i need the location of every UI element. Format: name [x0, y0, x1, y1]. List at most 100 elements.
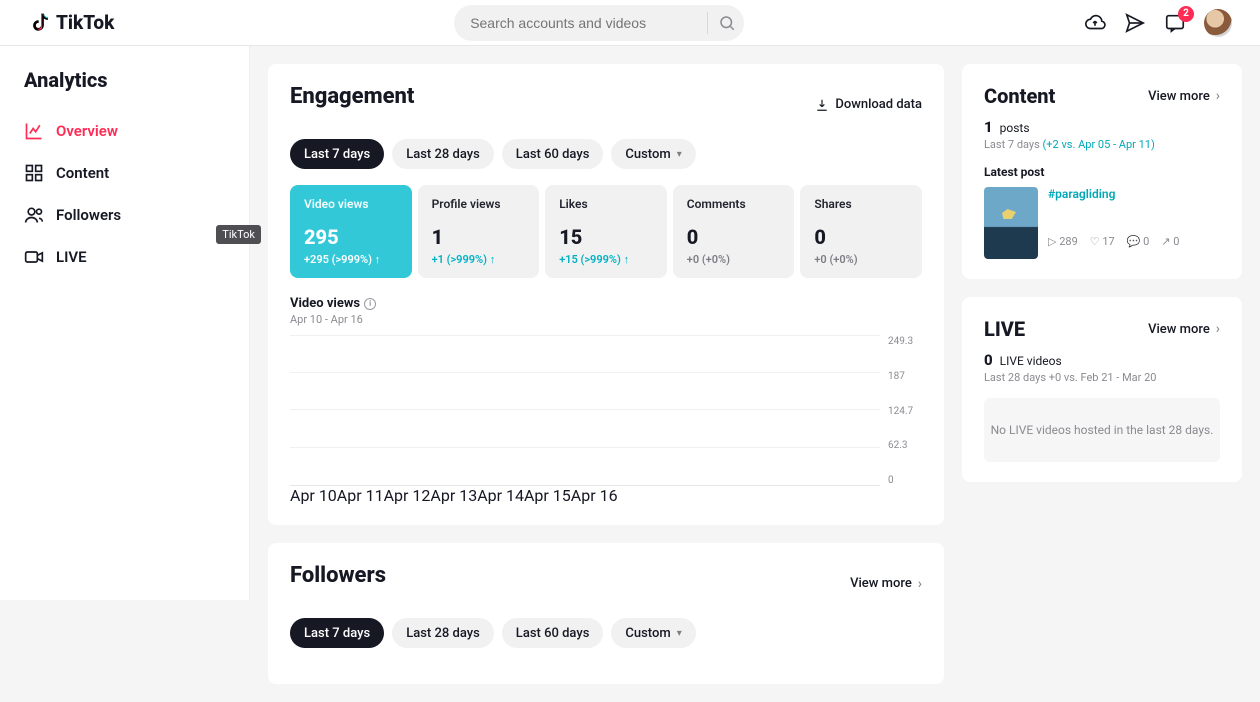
cloud-upload-icon	[1084, 12, 1106, 34]
inbox-button[interactable]: 2	[1164, 12, 1186, 34]
range-pill-last60[interactable]: Last 60 days	[502, 139, 604, 169]
chevron-down-icon: ▾	[677, 149, 682, 160]
content-meta-highlight: (+2 vs. Apr 05 - Apr 11)	[1043, 138, 1155, 151]
x-tick-label: Apr 13	[430, 486, 477, 505]
stat-comments-value: 0	[1143, 235, 1149, 248]
range-pill-custom[interactable]: Custom▾	[611, 139, 695, 169]
metric-value: 295	[304, 225, 398, 249]
content-title: Content	[984, 84, 1055, 108]
live-title: LIVE	[984, 317, 1025, 341]
metric-label: Comments	[687, 197, 781, 211]
tiktok-note-icon	[28, 11, 52, 35]
chart-title: Video views i	[290, 296, 922, 311]
latest-post[interactable]: #paragliding ▷ 289 ♡ 17 💬 0 ↗ 0	[984, 187, 1220, 259]
live-view-more[interactable]: View more ›	[1148, 321, 1220, 337]
live-compare-meta: Last 28 days +0 vs. Feb 21 - Mar 20	[984, 371, 1220, 384]
engagement-title: Engagement	[290, 84, 414, 109]
x-tick-label: Apr 10	[290, 486, 337, 505]
search-divider	[707, 12, 708, 34]
posts-count-label: posts	[1000, 121, 1030, 135]
content-view-more[interactable]: View more ›	[1148, 88, 1220, 104]
stat-plays: ▷ 289	[1048, 235, 1078, 248]
metric-tile[interactable]: Profile views1+1 (>999%) ↑	[418, 185, 540, 278]
metric-tile[interactable]: Shares0+0 (+0%)	[800, 185, 922, 278]
brand-logo[interactable]: TikTok	[28, 11, 114, 35]
metric-value: 15	[559, 225, 653, 249]
view-more-label: View more	[850, 576, 912, 591]
engagement-range-pills: Last 7 days Last 28 days Last 60 days Cu…	[290, 139, 922, 169]
search-button[interactable]	[718, 14, 736, 32]
post-stats: ▷ 289 ♡ 17 💬 0 ↗ 0	[1048, 235, 1220, 248]
y-tick-label: 62.3	[888, 440, 922, 451]
chevron-right-icon: ›	[1216, 88, 1220, 104]
range-label: Last 7 days	[304, 147, 370, 162]
range-pill-last7[interactable]: Last 7 days	[290, 618, 384, 648]
live-empty-state: No LIVE videos hosted in the last 28 day…	[984, 398, 1220, 462]
sidebar-item-overview[interactable]: Overview	[18, 110, 231, 152]
view-more-label: View more	[1148, 322, 1210, 337]
y-tick-label: 249.3	[888, 336, 922, 347]
y-tick-label: 124.7	[888, 406, 922, 417]
info-icon[interactable]: i	[364, 298, 376, 310]
download-data-button[interactable]: Download data	[815, 97, 922, 112]
sidebar-item-label: Overview	[56, 122, 118, 140]
upload-button[interactable]	[1084, 12, 1106, 34]
paper-plane-icon	[1124, 12, 1146, 34]
stat-likes-value: 17	[1102, 235, 1114, 248]
range-pill-last60[interactable]: Last 60 days	[502, 618, 604, 648]
stat-shares: ↗ 0	[1161, 235, 1179, 248]
followers-range-pills: Last 7 days Last 28 days Last 60 days Cu…	[290, 618, 922, 648]
tooltip-content: TikTok	[216, 225, 261, 244]
download-icon	[815, 98, 829, 112]
followers-title: Followers	[290, 563, 386, 588]
sidebar-title: Analytics	[24, 68, 231, 92]
metric-label: Video views	[304, 197, 398, 211]
posts-count-value: 1	[984, 118, 993, 136]
metrics-row: Video views295+295 (>999%) ↑Profile view…	[290, 185, 922, 278]
stat-comments: 💬 0	[1127, 235, 1150, 248]
y-tick-label: 0	[888, 475, 922, 486]
x-tick-label: Apr 12	[384, 486, 431, 505]
grid-icon	[24, 163, 44, 183]
range-label: Last 28 days	[406, 147, 480, 162]
post-hashtag[interactable]: #paragliding	[1048, 187, 1220, 201]
people-icon	[24, 205, 44, 225]
range-pill-last28[interactable]: Last 28 days	[392, 618, 494, 648]
chevron-right-icon: ›	[1216, 321, 1220, 337]
stat-plays-value: 289	[1059, 235, 1078, 248]
metric-tile[interactable]: Comments0+0 (+0%)	[673, 185, 795, 278]
stat-shares-value: 0	[1173, 235, 1179, 248]
metric-tile[interactable]: Video views295+295 (>999%) ↑	[290, 185, 412, 278]
sidebar-item-live[interactable]: LIVE	[18, 236, 231, 278]
sidebar-item-followers[interactable]: Followers	[18, 194, 231, 236]
chart-title-text: Video views	[290, 296, 360, 311]
brand-text: TikTok	[56, 11, 114, 34]
download-data-label: Download data	[835, 97, 922, 112]
search-input[interactable]	[470, 15, 697, 31]
chart-date-range: Apr 10 - Apr 16	[290, 313, 922, 326]
metric-tile[interactable]: Likes15+15 (>999%) ↑	[545, 185, 667, 278]
x-tick-label: Apr 16	[571, 486, 618, 505]
chevron-down-icon: ▾	[677, 628, 682, 639]
chart-icon	[24, 121, 44, 141]
metric-value: 1	[432, 225, 526, 249]
metric-delta: +1 (>999%) ↑	[432, 253, 526, 266]
followers-view-more[interactable]: View more ›	[850, 576, 922, 592]
y-tick-label: 187	[888, 371, 922, 382]
latest-post-label: Latest post	[984, 165, 1220, 179]
sidebar-item-label: LIVE	[56, 248, 87, 266]
stat-likes: ♡ 17	[1090, 235, 1115, 248]
range-pill-last28[interactable]: Last 28 days	[392, 139, 494, 169]
range-pill-last7[interactable]: Last 7 days	[290, 139, 384, 169]
video-views-chart: 249.3 187 124.7 62.3 0	[290, 336, 922, 486]
send-button[interactable]	[1124, 12, 1146, 34]
profile-avatar[interactable]	[1204, 9, 1232, 37]
global-search[interactable]	[454, 5, 744, 41]
range-pill-custom[interactable]: Custom▾	[611, 618, 695, 648]
live-panel: LIVE View more › 0 LIVE videos Last 28 d…	[962, 297, 1242, 482]
live-count-value: 0	[984, 351, 993, 369]
sidebar-item-content[interactable]: Content	[18, 152, 231, 194]
metric-label: Shares	[814, 197, 908, 211]
content-panel: Content View more › 1 posts Last 7 days …	[962, 64, 1242, 279]
range-label: Last 28 days	[406, 626, 480, 641]
